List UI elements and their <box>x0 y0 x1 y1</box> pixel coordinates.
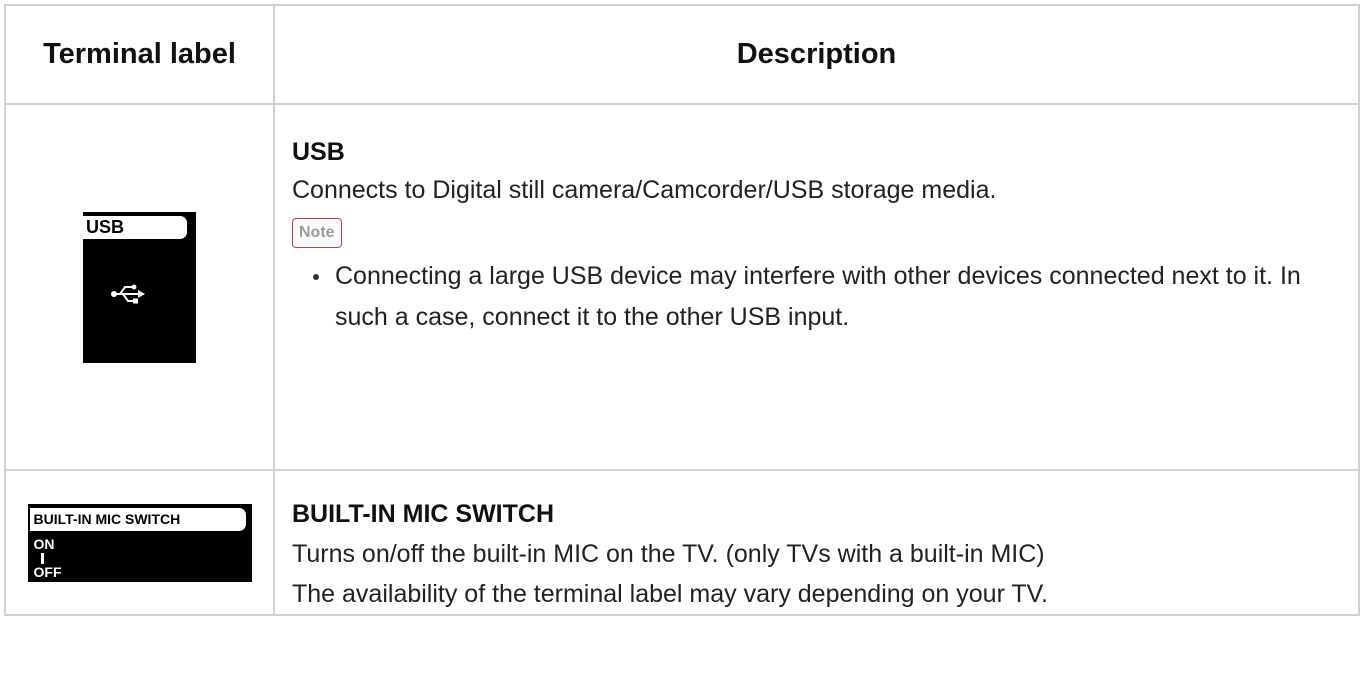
terminal-table: Terminal label Description USB USB Conne… <box>4 4 1360 616</box>
usb-description-cell: USB Connects to Digital still camera/Cam… <box>273 103 1360 471</box>
mic-description-cell: BUILT-IN MIC SWITCH Turns on/off the bui… <box>273 469 1360 616</box>
note-list: Connecting a large USB device may interf… <box>292 256 1342 338</box>
mic-switch-title: BUILT-IN MIC SWITCH <box>292 500 554 528</box>
mic-switch-tag: BUILT-IN MIC SWITCH <box>29 507 246 531</box>
table-row-mic-switch: BUILT-IN MIC SWITCH ON OFF BUILT-IN MIC … <box>4 469 1360 616</box>
mic-switch-description-line: The availability of the terminal label m… <box>292 580 1048 608</box>
usb-terminal-tag: USB <box>83 215 187 239</box>
mic-switch-description-line: Turns on/off the built-in MIC on the TV.… <box>292 540 1045 568</box>
usb-trident-icon <box>111 284 145 303</box>
switch-off-label: OFF <box>33 563 62 580</box>
table-row-usb: USB USB Connects to Digital still camera… <box>4 103 1360 471</box>
header-description: Description <box>273 4 1360 105</box>
usb-terminal-label-image: USB <box>83 211 196 363</box>
mic-label-cell: BUILT-IN MIC SWITCH ON OFF <box>4 469 275 616</box>
note-badge: Note <box>292 218 342 248</box>
switch-bar-icon <box>40 552 44 564</box>
mic-switch-terminal-label-image: BUILT-IN MIC SWITCH ON OFF <box>27 503 252 582</box>
usb-title: USB <box>292 138 345 166</box>
note-item: Connecting a large USB device may interf… <box>313 256 1342 338</box>
header-terminal-label: Terminal label <box>4 4 275 105</box>
table-header-row: Terminal label Description <box>4 4 1360 105</box>
usb-label-cell: USB <box>4 103 275 471</box>
switch-on-label: ON <box>33 535 55 552</box>
usb-description: Connects to Digital still camera/Camcord… <box>292 176 997 204</box>
